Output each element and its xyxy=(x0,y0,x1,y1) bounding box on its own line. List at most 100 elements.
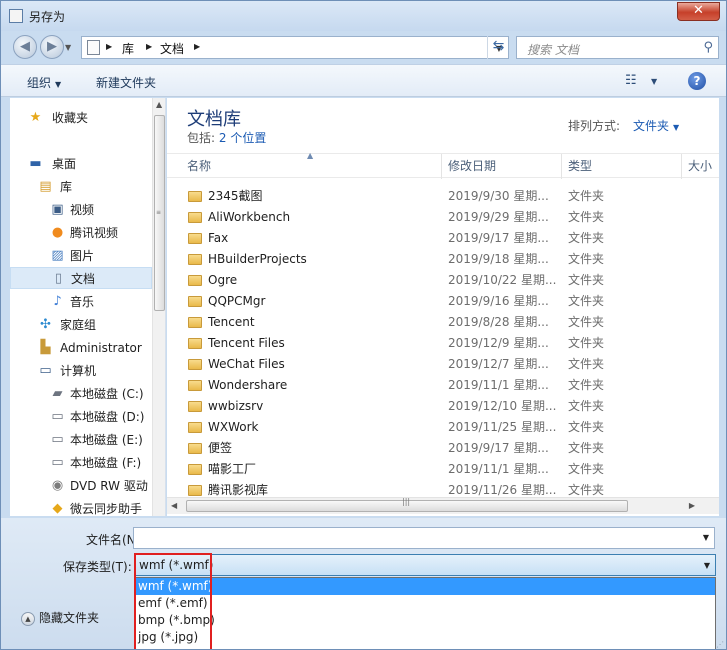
arrange-by-dropdown[interactable]: 文件夹 ▼ xyxy=(633,117,679,134)
organize-button[interactable]: 组织 ▼ xyxy=(27,74,61,91)
file-type: 文件夹 xyxy=(568,420,605,434)
chevron-down-icon[interactable]: ▼ xyxy=(704,561,710,570)
filetype-option-wmf[interactable]: wmf (*.wmf) xyxy=(135,578,715,595)
forward-button[interactable]: ▶ xyxy=(40,35,64,59)
include-locations-link[interactable]: 2 个位置 xyxy=(219,131,266,145)
drive-icon: ▭ xyxy=(51,432,64,447)
file-row[interactable]: Tencent Files 2019/12/9 星期... 文件夹 xyxy=(167,333,707,354)
window-app-icon xyxy=(9,9,23,23)
sidebar-item-favorites[interactable]: ★ 收藏夹 xyxy=(10,107,152,129)
sidebar-item-desktop[interactable]: ▬ 桌面 xyxy=(10,153,152,175)
filetype-option-bmp[interactable]: bmp (*.bmp) xyxy=(135,612,715,629)
sidebar-item-tencent-video[interactable]: ● 腾讯视频 xyxy=(10,222,152,244)
user-folder-icon: ▙ xyxy=(40,340,51,355)
filename-dropdown-icon[interactable]: ▼ xyxy=(703,533,709,542)
filetype-option-jpg[interactable]: jpg (*.jpg) xyxy=(135,629,715,646)
search-input[interactable]: 搜索 文档 ⚲ xyxy=(516,36,719,59)
view-dropdown-icon[interactable]: ▼ xyxy=(651,77,657,86)
chevron-right-icon[interactable]: ▶ xyxy=(106,42,112,51)
sidebar-item-label: 文档 xyxy=(71,272,96,286)
arrow-left-icon: ◀ xyxy=(20,39,30,54)
computer-icon: ▭ xyxy=(39,363,52,378)
hide-folders-button[interactable]: ▲ 隐藏文件夹 xyxy=(21,609,99,626)
sidebar-item-library[interactable]: ▤ 库 xyxy=(10,176,152,198)
video-icon: ▣ xyxy=(51,202,64,217)
horizontal-scrollbar[interactable]: ◀ ||| ▶ xyxy=(167,497,719,514)
sidebar-item-homegroup[interactable]: ✣ 家庭组 xyxy=(10,314,152,336)
folder-icon xyxy=(188,359,202,370)
sidebar-scrollbar[interactable]: ▲ ≡ xyxy=(152,98,165,516)
sidebar-item-administrator[interactable]: ▙ Administrator xyxy=(10,337,152,359)
sidebar-item-drive-d[interactable]: ▭ 本地磁盘 (D:) xyxy=(10,406,152,428)
refresh-button[interactable]: ⇆ xyxy=(487,36,509,59)
sidebar-item-videos[interactable]: ▣ 视频 xyxy=(10,199,152,221)
help-button[interactable]: ? xyxy=(688,72,706,90)
file-type: 文件夹 xyxy=(568,315,605,329)
sidebar-item-pictures[interactable]: ▨ 图片 xyxy=(10,245,152,267)
title-bar[interactable]: 另存为 ✕ xyxy=(1,1,726,31)
sidebar-item-drive-f[interactable]: ▭ 本地磁盘 (F:) xyxy=(10,452,152,474)
file-row[interactable]: 便签 2019/9/17 星期... 文件夹 xyxy=(167,438,707,459)
back-button[interactable]: ◀ xyxy=(13,35,37,59)
scroll-right-icon[interactable]: ▶ xyxy=(689,501,695,510)
file-date: 2019/12/9 星期... xyxy=(448,336,549,350)
folder-icon xyxy=(188,296,202,307)
filetype-value: wmf (*.wmf) xyxy=(139,558,214,572)
sidebar-item-label: 本地磁盘 (C:) xyxy=(70,387,144,401)
scroll-up-icon[interactable]: ▲ xyxy=(156,100,162,109)
folder-icon xyxy=(188,317,202,328)
file-row[interactable]: Fax 2019/9/17 星期... 文件夹 xyxy=(167,228,707,249)
sidebar-item-drive-e[interactable]: ▭ 本地磁盘 (E:) xyxy=(10,429,152,451)
scroll-left-icon[interactable]: ◀ xyxy=(171,501,177,510)
column-type[interactable]: 类型 xyxy=(562,154,682,179)
new-folder-button[interactable]: 新建文件夹 xyxy=(96,74,156,91)
save-as-dialog: 另存为 ✕ ◀ ▶ ▼ ▶ 库 ▶ 文档 ▶ ▼ ⇆ 搜索 文档 ⚲ 组织 ▼ 新… xyxy=(0,0,727,650)
filetype-label: 保存类型(T): xyxy=(63,560,132,574)
column-size[interactable]: 大小 xyxy=(682,154,719,179)
file-row[interactable]: Tencent 2019/8/28 星期... 文件夹 xyxy=(167,312,707,333)
file-row[interactable]: QQPCMgr 2019/9/16 星期... 文件夹 xyxy=(167,291,707,312)
sidebar-item-documents[interactable]: ▯ 文档 xyxy=(10,267,152,289)
refresh-icon: ⇆ xyxy=(492,38,505,54)
column-name[interactable]: 名称 xyxy=(181,154,442,179)
address-bar[interactable]: ▶ 库 ▶ 文档 ▶ ▼ xyxy=(81,36,509,59)
file-row[interactable]: 2345截图 2019/9/30 星期... 文件夹 xyxy=(167,186,707,207)
dvd-icon: ◉ xyxy=(51,478,64,493)
file-date: 2019/9/17 星期... xyxy=(448,441,549,455)
sidebar-item-drive-c[interactable]: ▰ 本地磁盘 (C:) xyxy=(10,383,152,405)
file-date: 2019/12/7 星期... xyxy=(448,357,549,371)
file-name: WXWork xyxy=(208,420,259,434)
file-row[interactable]: wwbizsrv 2019/12/10 星期... 文件夹 xyxy=(167,396,707,417)
breadcrumb-documents[interactable]: 文档 xyxy=(160,40,184,57)
breadcrumb-library[interactable]: 库 xyxy=(122,40,134,57)
filetype-select[interactable]: wmf (*.wmf) ▼ xyxy=(134,554,716,576)
view-options-icon[interactable]: ☷ xyxy=(625,73,637,88)
search-icon[interactable]: ⚲ xyxy=(703,40,713,55)
file-row[interactable]: HBuilderProjects 2019/9/18 星期... 文件夹 xyxy=(167,249,707,270)
file-row[interactable]: Ogre 2019/10/22 星期... 文件夹 xyxy=(167,270,707,291)
file-row[interactable]: 喵影工厂 2019/11/1 星期... 文件夹 xyxy=(167,459,707,480)
recent-pages-dropdown[interactable]: ▼ xyxy=(65,43,71,52)
filename-field[interactable]: ▼ xyxy=(133,527,715,549)
file-row[interactable]: Wondershare 2019/11/1 星期... 文件夹 xyxy=(167,375,707,396)
sidebar-item-music[interactable]: ♪ 音乐 xyxy=(10,291,152,313)
sidebar-item-weiyun[interactable]: ◆ 微云同步助手 xyxy=(10,498,152,517)
horizontal-scroll-thumb[interactable]: ||| xyxy=(186,497,628,512)
column-date-modified[interactable]: 修改日期 xyxy=(442,154,562,179)
chevron-right-icon[interactable]: ▶ xyxy=(146,42,152,51)
chevron-right-icon[interactable]: ▶ xyxy=(194,42,200,51)
search-placeholder: 搜索 文档 xyxy=(527,43,579,57)
file-row[interactable]: AliWorkbench 2019/9/29 星期... 文件夹 xyxy=(167,207,707,228)
file-row[interactable]: WXWork 2019/11/25 星期... 文件夹 xyxy=(167,417,707,438)
file-date: 2019/11/1 星期... xyxy=(448,378,549,392)
file-row[interactable]: WeChat Files 2019/12/7 星期... 文件夹 xyxy=(167,354,707,375)
save-options-panel: 文件名(N): ▼ 保存类型(T): wmf (*.wmf) ▼ wmf (*.… xyxy=(1,518,726,649)
close-button[interactable]: ✕ xyxy=(677,2,720,21)
resize-grip-icon[interactable]: ⋰ xyxy=(716,640,724,649)
file-name: AliWorkbench xyxy=(208,210,291,224)
filetype-option-emf[interactable]: emf (*.emf) xyxy=(135,595,715,612)
sidebar-item-computer[interactable]: ▭ 计算机 xyxy=(10,360,152,382)
folder-icon xyxy=(188,275,202,286)
hide-folders-label: 隐藏文件夹 xyxy=(39,611,100,625)
sidebar-item-dvd[interactable]: ◉ DVD RW 驱动 xyxy=(10,475,152,497)
